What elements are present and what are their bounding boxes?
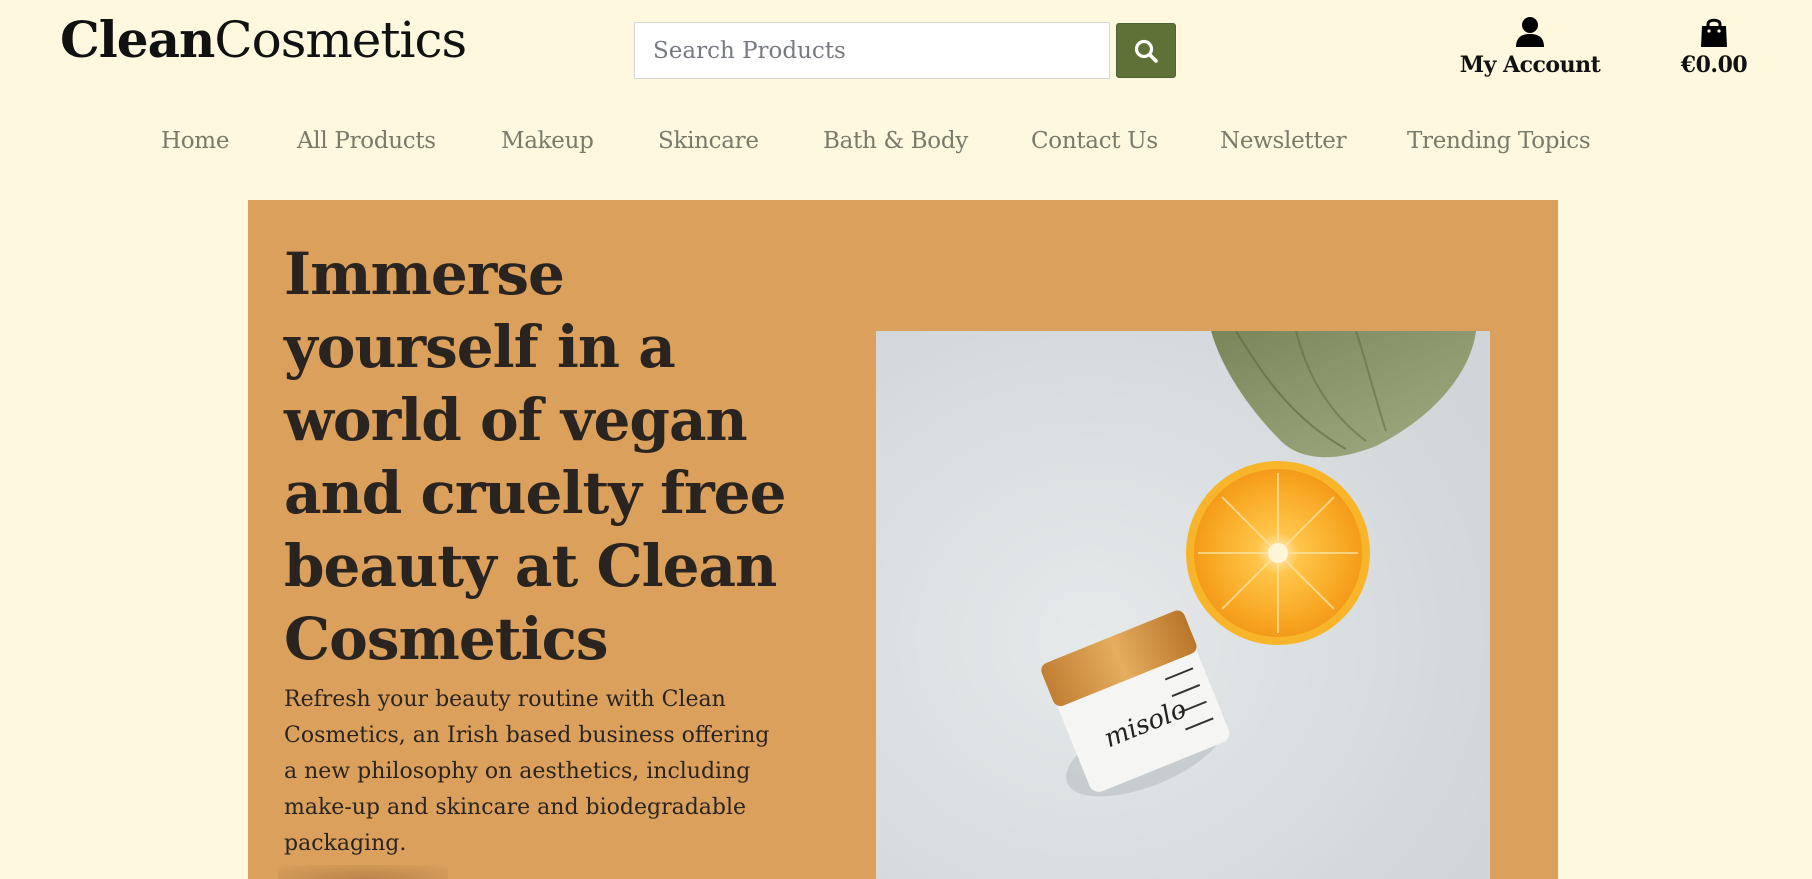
site-header: CleanCosmetics My Account €0.00 — [0, 0, 1812, 100]
hero-description: Refresh your beauty routine with Clean C… — [284, 687, 770, 856]
user-icon — [1516, 17, 1544, 47]
logo-light-text: Cosmetics — [214, 11, 467, 69]
logo-bold-text: Clean — [60, 10, 215, 69]
nav-item-trending-topics[interactable]: Trending Topics — [1407, 128, 1591, 154]
site-logo[interactable]: CleanCosmetics — [60, 10, 467, 69]
search-icon — [1134, 39, 1158, 63]
search-button[interactable] — [1116, 23, 1176, 78]
nav-item-skincare[interactable]: Skincare — [658, 128, 759, 154]
nav-item-all-products[interactable]: All Products — [297, 128, 436, 154]
shopping-bag-link[interactable]: €0.00 — [1676, 16, 1752, 78]
hero-banner: Immerse yourself in a world of vegan and… — [248, 200, 1558, 879]
nav-item-bath-body[interactable]: Bath & Body — [823, 128, 968, 154]
hero-button-shadow — [278, 865, 448, 879]
product-photo-illustration: misolo — [876, 331, 1490, 879]
main-navigation: Home All Products Makeup Skincare Bath &… — [0, 128, 1812, 168]
hero-title: Immerse yourself in a world of vegan and… — [284, 240, 786, 673]
shopping-bag-icon — [1701, 18, 1727, 47]
nav-item-contact-us[interactable]: Contact Us — [1031, 128, 1158, 154]
search-input[interactable] — [634, 22, 1110, 79]
nav-item-newsletter[interactable]: Newsletter — [1220, 128, 1347, 154]
search-form — [634, 22, 1176, 79]
my-account-link[interactable]: My Account — [1459, 16, 1601, 78]
nav-item-makeup[interactable]: Makeup — [501, 128, 594, 154]
hero-product-image: misolo — [876, 331, 1490, 879]
bag-total: €0.00 — [1680, 52, 1748, 78]
nav-item-home[interactable]: Home — [161, 128, 229, 154]
account-label: My Account — [1459, 52, 1601, 78]
